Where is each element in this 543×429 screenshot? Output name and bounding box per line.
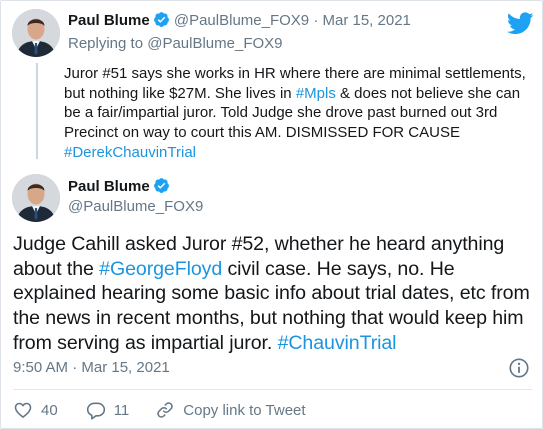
tweet-actions: 40 11 Copy link to Tweet (13, 398, 306, 422)
verified-badge-icon (153, 12, 169, 27)
copy-link-label: Copy link to Tweet (183, 401, 306, 419)
author-handle[interactable]: @PaulBlume_FOX9 (68, 197, 203, 217)
hashtag-chauvintrial[interactable]: #ChauvinTrial (278, 332, 397, 354)
author-handle[interactable]: @PaulBlume_FOX9 (174, 12, 309, 29)
reply-bubble-icon (86, 402, 105, 420)
author-name[interactable]: Paul Blume (68, 178, 150, 195)
thread-connector-line (36, 63, 38, 159)
author-name[interactable]: Paul Blume (68, 12, 150, 29)
info-icon[interactable] (508, 357, 530, 379)
hashtag-derekchauvintrial[interactable]: #DerekChauvinTrial (64, 144, 196, 161)
separator: · (313, 12, 319, 29)
tweet-timestamp[interactable]: 9:50 AM · Mar 15, 2021 (13, 358, 170, 378)
quoted-tweet-text: Juror #51 says she works in HR where the… (64, 64, 529, 163)
replying-to-label: Replying to (68, 35, 144, 52)
reply-button[interactable]: 11 (86, 400, 130, 420)
avatar[interactable] (12, 174, 60, 222)
verified-badge-icon (153, 178, 169, 193)
divider (13, 389, 532, 390)
hashtag-mpls[interactable]: #Mpls (296, 85, 336, 102)
hashtag-georgefloyd[interactable]: #GeorgeFloyd (99, 258, 222, 280)
main-tweet-text: Judge Cahill asked Juror #52, whether he… (13, 232, 533, 356)
like-button[interactable]: 40 (13, 400, 58, 420)
twitter-bird-icon[interactable] (507, 12, 534, 35)
replying-to-handle[interactable]: @PaulBlume_FOX9 (147, 35, 282, 52)
heart-icon (14, 402, 32, 418)
tweet-date[interactable]: Mar 15, 2021 (323, 12, 411, 29)
replying-to-line: Replying to @PaulBlume_FOX9 (68, 34, 283, 54)
link-icon (157, 402, 174, 418)
tweet-embed-card: Paul Blume @PaulBlume_FOX9 · Mar 15, 202… (0, 0, 543, 429)
quoted-author-line: Paul Blume @PaulBlume_FOX9 · Mar 15, 202… (68, 11, 411, 31)
avatar[interactable] (12, 9, 60, 57)
copy-link-button[interactable]: Copy link to Tweet (155, 400, 306, 420)
like-count: 40 (41, 401, 58, 419)
reply-count: 11 (113, 401, 130, 419)
main-author-line: Paul Blume (68, 177, 170, 197)
